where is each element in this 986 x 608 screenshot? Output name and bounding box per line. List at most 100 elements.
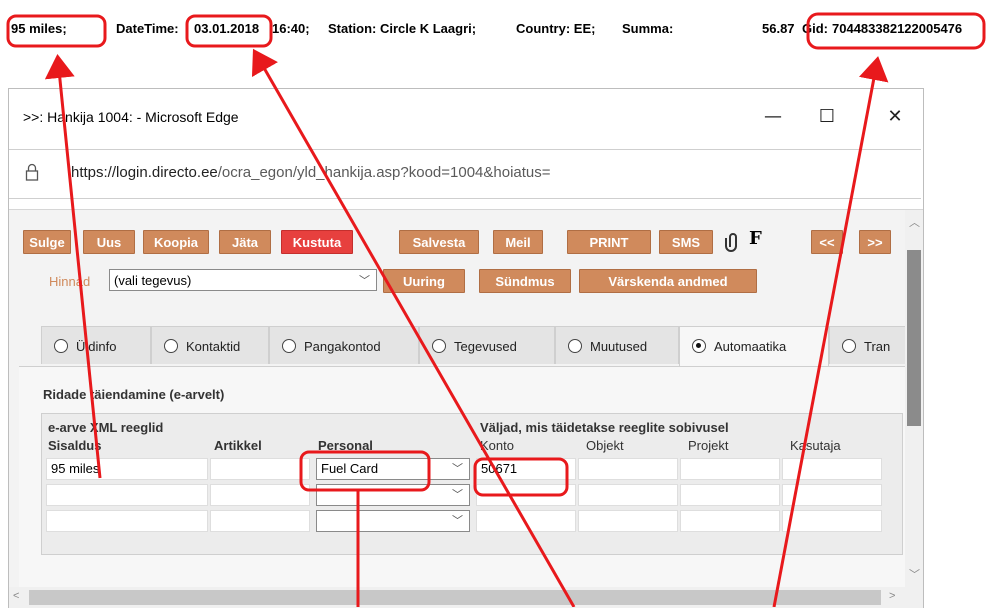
tab-pangakontod[interactable]: Pangakontod — [269, 326, 419, 364]
cell-objekt[interactable] — [578, 510, 678, 532]
tab-tran[interactable]: Tran — [829, 326, 905, 364]
radio-icon — [842, 339, 856, 353]
group-left-header: e-arve XML reeglid — [48, 420, 164, 435]
hinnad-label[interactable]: Hinnad — [49, 274, 90, 289]
jata-button[interactable]: Jäta — [219, 230, 271, 254]
horizontal-scroll-thumb[interactable] — [29, 590, 881, 605]
info-time: 16:40; — [272, 21, 310, 36]
tab-label: Tegevused — [454, 339, 517, 354]
scroll-right-icon[interactable]: > — [889, 590, 895, 602]
invoice-info-line: 95 miles; DateTime: 03.01.2018 16:40; St… — [6, 18, 986, 42]
info-summa-value: 56.87 — [762, 21, 795, 36]
cell-objekt[interactable] — [578, 484, 678, 506]
kustuta-button[interactable]: Kustuta — [281, 230, 353, 254]
cell-sisaldus[interactable] — [46, 484, 208, 506]
info-gid-value: 704483382122005476 — [832, 21, 963, 36]
cell-kasutaja[interactable] — [782, 510, 882, 532]
scroll-down-icon[interactable]: ﹀ — [909, 566, 920, 582]
cell-konto[interactable] — [476, 484, 576, 506]
vertical-scroll-thumb[interactable] — [907, 250, 921, 426]
cell-artikkel[interactable] — [210, 510, 310, 532]
cell-kasutaja[interactable] — [782, 458, 882, 480]
window-titlebar: >>: Hankija 1004: - Microsoft Edge — ☐ ✕ — [9, 89, 923, 145]
info-country: Country: EE; — [516, 21, 596, 36]
url-field[interactable]: https://login.directo.ee/ocra_egon/yld_h… — [9, 149, 921, 199]
chevron-down-icon: ﹀ — [452, 515, 463, 527]
cell-objekt[interactable] — [578, 458, 678, 480]
meil-button[interactable]: Meil — [493, 230, 543, 254]
scroll-left-icon[interactable]: < — [13, 590, 19, 602]
radio-selected-icon — [692, 339, 706, 353]
uuring-button[interactable]: Uuring — [383, 269, 465, 293]
radio-icon — [54, 339, 68, 353]
info-summa-label: Summa: — [622, 21, 674, 36]
cell-konto[interactable] — [476, 510, 576, 532]
print-button[interactable]: PRINT — [567, 230, 651, 254]
tab-tegevused[interactable]: Tegevused — [419, 326, 555, 364]
url-path: /ocra_egon/yld_hankija.asp?kood=1004&hoi… — [217, 164, 551, 181]
tab-label: Tran — [864, 339, 891, 354]
radio-icon — [164, 339, 178, 353]
sundmus-button[interactable]: Sündmus — [479, 269, 571, 293]
uus-button[interactable]: Uus — [83, 230, 135, 254]
minimize-button[interactable]: — — [753, 103, 793, 131]
close-button[interactable]: ✕ — [875, 103, 915, 131]
cell-sisaldus[interactable]: 95 miles — [46, 458, 208, 480]
salvesta-button[interactable]: Salvesta — [399, 230, 479, 254]
cell-kasutaja[interactable] — [782, 484, 882, 506]
personal-select[interactable]: ﹀ — [316, 484, 470, 506]
nav-next-button[interactable]: >> — [859, 230, 891, 254]
col-kasutaja: Kasutaja — [790, 438, 841, 453]
col-projekt: Projekt — [688, 438, 729, 453]
col-personal: Personal — [318, 438, 373, 453]
group-right-header: Väljad, mis täidetakse reeglite sobivuse… — [480, 420, 729, 435]
rules-grid: e-arve XML reeglid Väljad, mis täidetaks… — [41, 413, 903, 555]
browser-window: >>: Hankija 1004: - Microsoft Edge — ☐ ✕… — [8, 88, 924, 608]
cell-projekt[interactable] — [680, 458, 780, 480]
personal-select[interactable]: ﹀ — [316, 510, 470, 532]
url-text: https://login.directo.ee/ocra_egon/yld_h… — [71, 164, 551, 181]
paperclip-icon[interactable] — [721, 230, 745, 254]
koopia-button[interactable]: Koopia — [143, 230, 209, 254]
sulge-button[interactable]: Sulge — [23, 230, 71, 254]
tab-automaatika[interactable]: Automaatika — [679, 326, 829, 366]
f-icon[interactable]: F — [749, 228, 762, 249]
personal-select[interactable]: Fuel Card ﹀ — [316, 458, 470, 480]
cell-konto[interactable]: 50671 — [476, 458, 576, 480]
cell-artikkel[interactable] — [210, 458, 310, 480]
sms-button[interactable]: SMS — [659, 230, 713, 254]
col-objekt: Objekt — [586, 438, 624, 453]
page-content: Sulge Uus Koopia Jäta Kustuta Salvesta M… — [9, 210, 905, 587]
col-konto: Konto — [480, 438, 514, 453]
tab-muutused[interactable]: Muutused — [555, 326, 679, 364]
action-select-value: (vali tegevus) — [114, 273, 192, 288]
tab-kontaktid[interactable]: Kontaktid — [151, 326, 269, 364]
address-bar: https://login.directo.ee/ocra_egon/yld_h… — [9, 145, 923, 210]
section-title: Ridade täiendamine (e-arvelt) — [43, 387, 225, 402]
info-datetime-label: DateTime: — [116, 21, 179, 36]
cell-projekt[interactable] — [680, 484, 780, 506]
tab-label: Automaatika — [714, 339, 787, 354]
info-product: 95 miles; — [11, 21, 67, 36]
cell-projekt[interactable] — [680, 510, 780, 532]
vertical-scrollbar[interactable]: ︿ ﹀ — [905, 210, 923, 587]
lock-icon — [25, 163, 43, 183]
cell-artikkel[interactable] — [210, 484, 310, 506]
info-gid-label: Gid: — [802, 21, 828, 36]
scroll-up-icon[interactable]: ︿ — [909, 214, 920, 230]
varskenda-andmed-button[interactable]: Värskenda andmed — [579, 269, 757, 293]
tab-uldinfo[interactable]: Üldinfo — [41, 326, 151, 364]
automaatika-panel: Ridade täiendamine (e-arvelt) e-arve XML… — [19, 366, 905, 587]
window-title: >>: Hankija 1004: - Microsoft Edge — [23, 109, 239, 125]
col-sisaldus: Sisaldus — [48, 438, 102, 453]
url-host: https://login.directo.ee — [71, 164, 218, 181]
cell-sisaldus[interactable] — [46, 510, 208, 532]
info-date: 03.01.2018 — [194, 21, 260, 36]
radio-icon — [568, 339, 582, 353]
horizontal-scrollbar[interactable]: < > — [9, 587, 923, 608]
maximize-button[interactable]: ☐ — [807, 103, 847, 131]
personal-select-value: Fuel Card — [321, 461, 379, 476]
nav-prev-button[interactable]: << — [811, 230, 843, 254]
action-select[interactable]: (vali tegevus) ﹀ — [109, 269, 377, 291]
chevron-down-icon: ﹀ — [452, 463, 463, 475]
